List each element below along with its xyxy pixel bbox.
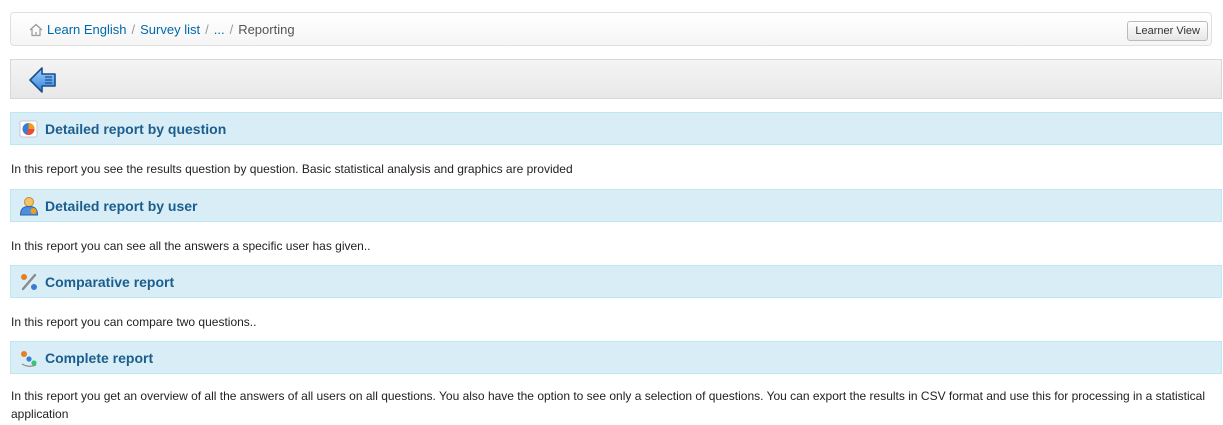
breadcrumb-separator: /	[205, 22, 209, 37]
report-section-comparative: Comparative report	[10, 265, 1222, 298]
breadcrumb-link-ellipsis[interactable]: ...	[214, 22, 225, 37]
report-section-complete: Complete report	[10, 341, 1222, 374]
report-description-by-question: In this report you see the results quest…	[11, 162, 573, 176]
report-link-by-question[interactable]: Detailed report by question	[45, 121, 226, 137]
report-link-by-user[interactable]: Detailed report by user	[45, 198, 198, 214]
breadcrumb-separator: /	[229, 22, 234, 37]
breadcrumb-current: Reporting	[238, 22, 295, 37]
report-description-complete: In this report you get an overview of al…	[11, 389, 1206, 421]
breadcrumb-link-survey-list[interactable]: Survey list	[140, 22, 200, 37]
home-icon[interactable]	[29, 23, 43, 37]
actions-toolbar	[10, 59, 1222, 99]
learner-view-button[interactable]: Learner View	[1127, 21, 1208, 41]
percent-icon	[21, 273, 37, 290]
report-link-comparative[interactable]: Comparative report	[45, 274, 174, 290]
complete-report-icon	[21, 350, 37, 367]
back-arrow-icon[interactable]	[28, 65, 58, 95]
pie-chart-icon	[19, 120, 38, 137]
report-description-comparative: In this report you can compare two quest…	[11, 315, 257, 329]
breadcrumb-bar: Learn English / Survey list / ... / Repo…	[10, 12, 1212, 46]
report-description-by-user: In this report you can see all the answe…	[11, 239, 371, 253]
report-section-by-question: Detailed report by question	[10, 112, 1222, 145]
report-link-complete[interactable]: Complete report	[45, 350, 153, 366]
report-section-by-user: Detailed report by user	[10, 189, 1222, 222]
breadcrumb-link-learn-english[interactable]: Learn English	[47, 22, 127, 37]
user-icon	[19, 196, 39, 215]
breadcrumb-separator: /	[131, 22, 136, 37]
breadcrumb: Learn English / Survey list / ... / Repo…	[29, 22, 295, 37]
